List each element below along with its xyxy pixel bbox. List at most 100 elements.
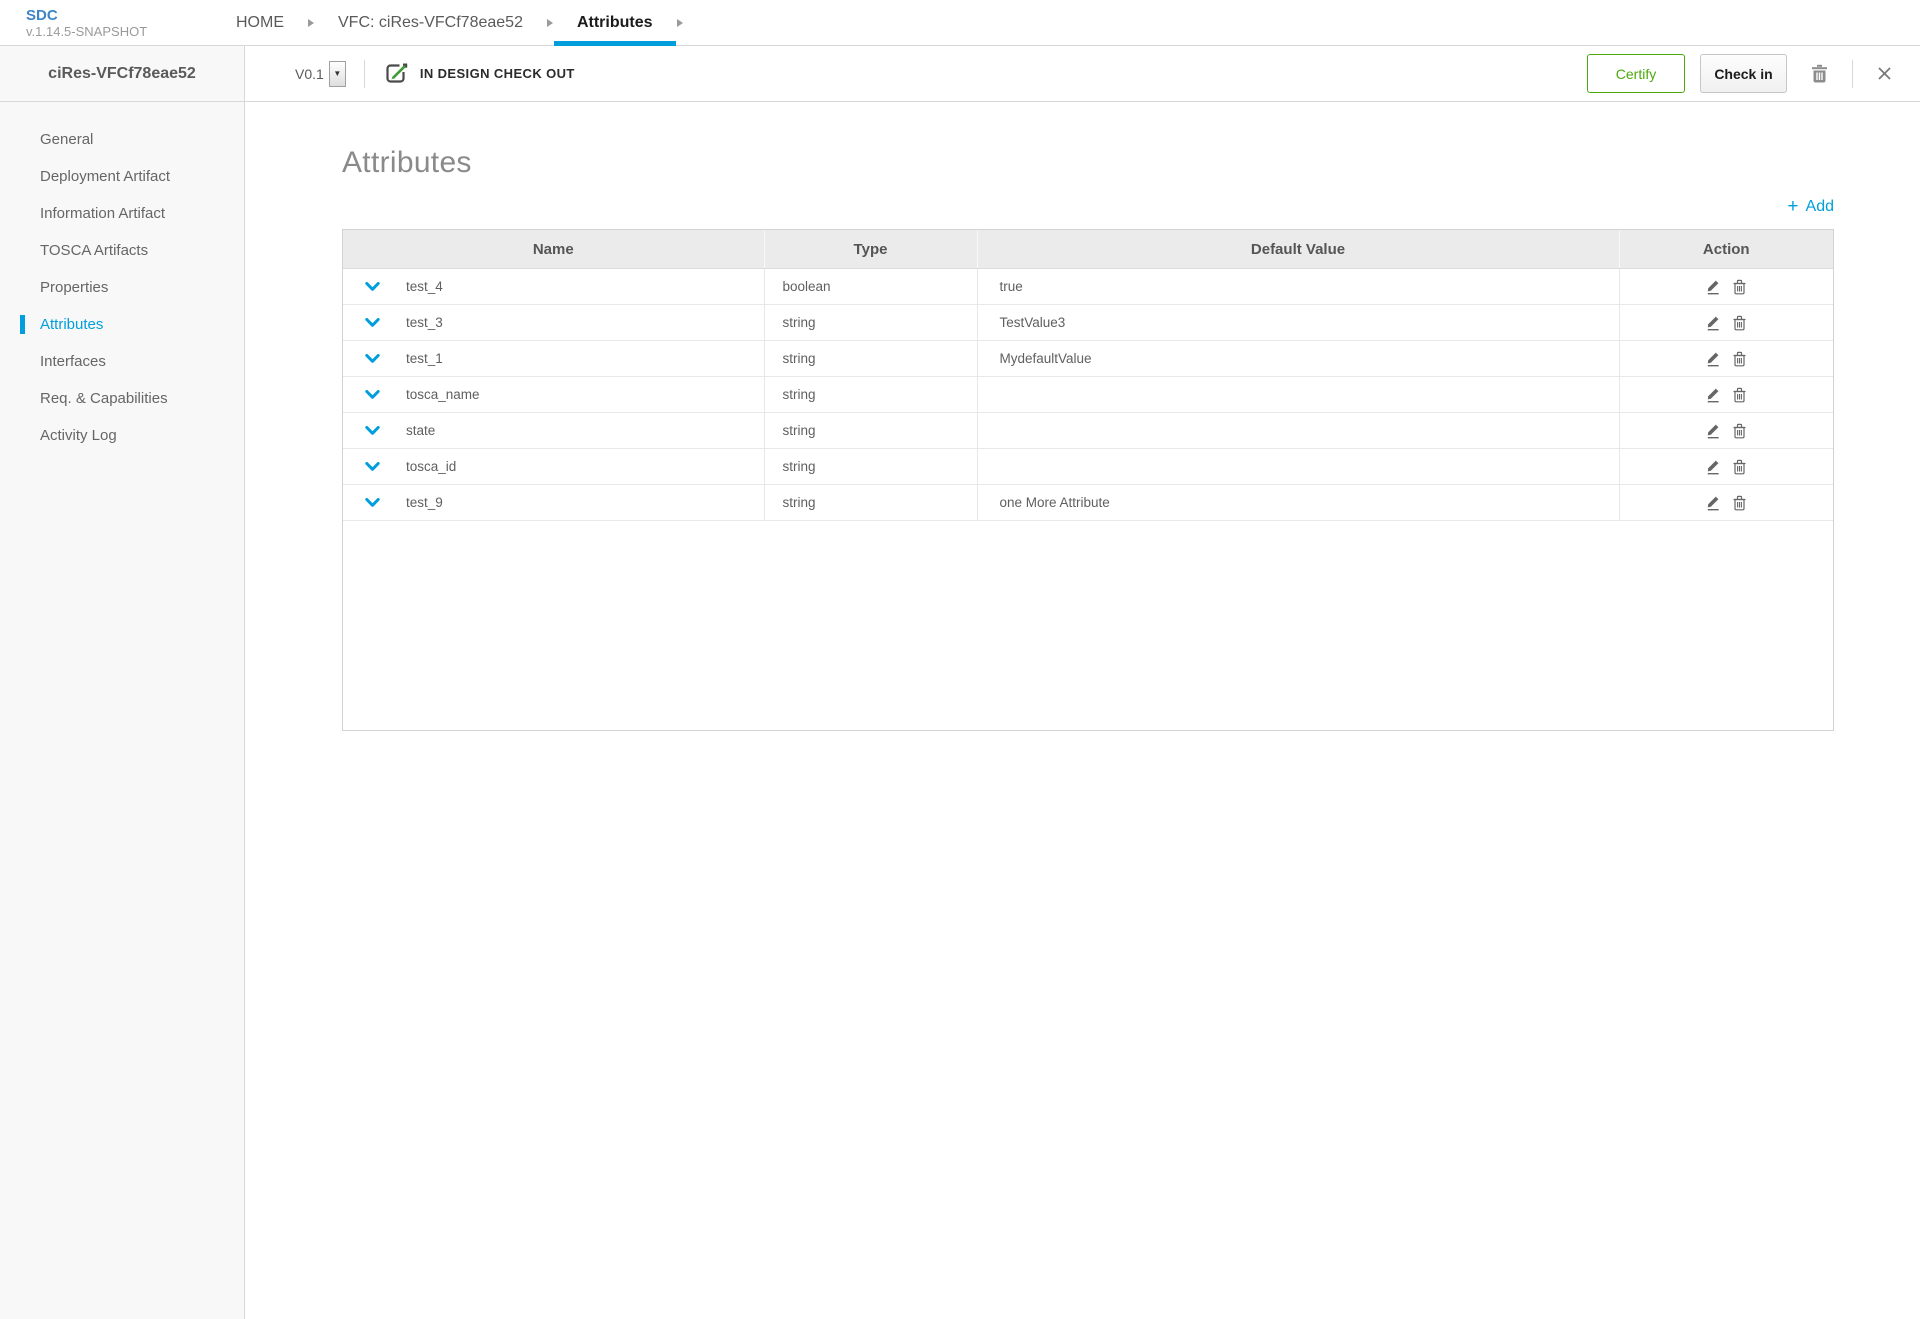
pencil-icon bbox=[1708, 352, 1719, 367]
table-row: state string bbox=[343, 412, 1833, 449]
attribute-default-value bbox=[977, 376, 1620, 413]
attribute-default-value bbox=[977, 448, 1620, 485]
delete-attribute-button[interactable] bbox=[1729, 457, 1750, 477]
chevron-down-icon[interactable] bbox=[365, 461, 380, 472]
chevron-down-icon[interactable] bbox=[365, 389, 380, 400]
attribute-name: test_4 bbox=[406, 279, 443, 294]
sidebar-item-properties[interactable]: Properties bbox=[0, 269, 244, 306]
sidebar-item-tosca-artifacts[interactable]: TOSCA Artifacts bbox=[0, 232, 244, 269]
table-header-row: Name Type Default Value Action bbox=[343, 230, 1833, 269]
breadcrumb-item-vfc-cires-vfcf78eae52[interactable]: VFC: ciRes-VFCf78eae52 bbox=[315, 0, 546, 45]
trash-icon bbox=[1812, 64, 1827, 83]
attribute-type: string bbox=[764, 412, 978, 449]
column-header-name: Name bbox=[343, 230, 765, 269]
sidebar-item-deployment-artifact[interactable]: Deployment Artifact bbox=[0, 158, 244, 195]
chevron-down-icon[interactable] bbox=[365, 317, 380, 328]
edit-attribute-button[interactable] bbox=[1702, 348, 1725, 369]
column-header-default-value: Default Value bbox=[977, 230, 1620, 269]
version-label: V0.1 bbox=[295, 65, 324, 82]
attribute-name: tosca_name bbox=[406, 387, 480, 402]
delete-attribute-button[interactable] bbox=[1729, 313, 1750, 333]
attribute-default-value: TestValue3 bbox=[977, 304, 1620, 341]
chevron-down-icon[interactable] bbox=[365, 497, 380, 508]
add-label: Add bbox=[1805, 197, 1834, 215]
sidebar-menu: General Deployment Artifact Information Ar… bbox=[0, 102, 244, 454]
delete-resource-button[interactable] bbox=[1805, 60, 1834, 87]
resource-title: ciRes-VFCf78eae52 bbox=[0, 46, 244, 102]
delete-attribute-button[interactable] bbox=[1729, 421, 1750, 441]
check-in-button[interactable]: Check in bbox=[1700, 54, 1787, 93]
sidebar-item-general[interactable]: General bbox=[0, 121, 244, 158]
column-header-type: Type bbox=[764, 230, 978, 269]
table-row: test_1 string MydefaultValue bbox=[343, 340, 1833, 377]
edit-attribute-button[interactable] bbox=[1702, 276, 1725, 297]
sidebar-item-attributes[interactable]: Attributes bbox=[0, 306, 244, 343]
certify-button[interactable]: Certify bbox=[1587, 54, 1685, 93]
breadcrumb-arrow-icon bbox=[546, 18, 553, 27]
table-row: tosca_id string bbox=[343, 448, 1833, 485]
edit-attribute-button[interactable] bbox=[1702, 420, 1725, 441]
sidebar: ciRes-VFCf78eae52 General Deployment Arti… bbox=[0, 46, 245, 1319]
version-select[interactable]: ▼ bbox=[328, 60, 346, 87]
attribute-name: test_3 bbox=[406, 315, 443, 330]
checkout-status-icon bbox=[383, 61, 410, 87]
close-button[interactable] bbox=[1871, 62, 1898, 85]
lifecycle-status: IN DESIGN CHECK OUT bbox=[419, 66, 575, 81]
add-attribute-button[interactable]: + Add bbox=[1787, 197, 1834, 216]
main-area: V0.1 ▼ IN DESIGN CHECK OUT Certify Check… bbox=[245, 46, 1920, 1319]
toolbar: V0.1 ▼ IN DESIGN CHECK OUT Certify Check… bbox=[245, 46, 1920, 102]
delete-attribute-button[interactable] bbox=[1729, 349, 1750, 369]
pencil-icon bbox=[1708, 424, 1719, 439]
attribute-type: boolean bbox=[764, 268, 978, 305]
table-row: test_4 boolean true bbox=[343, 268, 1833, 305]
app-logo-block: SDC v.1.14.5-SNAPSHOT bbox=[0, 0, 189, 45]
breadcrumb-arrow-icon bbox=[676, 18, 683, 27]
pencil-icon bbox=[1708, 388, 1719, 403]
breadcrumb-arrow-icon bbox=[308, 18, 314, 27]
close-icon bbox=[1878, 67, 1891, 80]
trash-icon bbox=[1733, 495, 1746, 510]
toolbar-divider bbox=[1852, 59, 1853, 88]
delete-attribute-button[interactable] bbox=[1729, 277, 1750, 297]
attribute-name: test_1 bbox=[406, 351, 443, 366]
sidebar-item-interfaces[interactable]: Interfaces bbox=[0, 343, 244, 380]
delete-attribute-button[interactable] bbox=[1729, 385, 1750, 405]
attribute-name: test_9 bbox=[406, 495, 443, 510]
table-row: test_9 string one More Attribute bbox=[343, 484, 1833, 521]
pencil-icon bbox=[1708, 316, 1719, 331]
chevron-down-icon[interactable] bbox=[365, 353, 380, 364]
pencil-icon bbox=[1708, 460, 1719, 475]
table-row: test_3 string TestValue3 bbox=[343, 304, 1833, 341]
delete-attribute-button[interactable] bbox=[1729, 493, 1750, 513]
trash-icon bbox=[1733, 315, 1746, 330]
edit-attribute-button[interactable] bbox=[1702, 384, 1725, 405]
attribute-name: tosca_id bbox=[406, 459, 457, 474]
page-title: Attributes bbox=[342, 146, 472, 179]
table-row: tosca_name string bbox=[343, 376, 1833, 413]
pencil-icon bbox=[1708, 280, 1719, 295]
trash-icon bbox=[1733, 459, 1746, 474]
chevron-down-icon[interactable] bbox=[365, 425, 380, 436]
chevron-down-icon[interactable] bbox=[365, 281, 380, 292]
pencil-icon bbox=[1708, 496, 1719, 511]
breadcrumb-item-attributes[interactable]: Attributes bbox=[553, 0, 676, 46]
attribute-default-value bbox=[977, 412, 1620, 449]
attribute-type: string bbox=[764, 376, 978, 413]
top-nav: SDC v.1.14.5-SNAPSHOT HOME VFC: ciRes-VFC… bbox=[0, 0, 1920, 46]
edit-attribute-button[interactable] bbox=[1702, 492, 1725, 513]
edit-attribute-button[interactable] bbox=[1702, 312, 1725, 333]
column-header-action: Action bbox=[1619, 230, 1833, 269]
sidebar-item-activity-log[interactable]: Activity Log bbox=[0, 417, 244, 454]
plus-icon: + bbox=[1787, 196, 1799, 217]
breadcrumb: HOME VFC: ciRes-VFCf78eae52 Attributes bbox=[213, 0, 684, 46]
sidebar-item-information-artifact[interactable]: Information Artifact bbox=[0, 195, 244, 232]
attribute-default-value: one More Attribute bbox=[977, 484, 1620, 521]
attribute-type: string bbox=[764, 304, 978, 341]
sidebar-item-req-capabilities[interactable]: Req. & Capabilities bbox=[0, 380, 244, 417]
toolbar-divider bbox=[363, 59, 365, 88]
breadcrumb-item-home[interactable]: HOME bbox=[213, 0, 307, 45]
trash-icon bbox=[1733, 387, 1746, 402]
attributes-table: Name Type Default Value Action test_4 boole… bbox=[342, 229, 1834, 731]
edit-attribute-button[interactable] bbox=[1702, 456, 1725, 477]
attribute-type: string bbox=[764, 448, 978, 485]
